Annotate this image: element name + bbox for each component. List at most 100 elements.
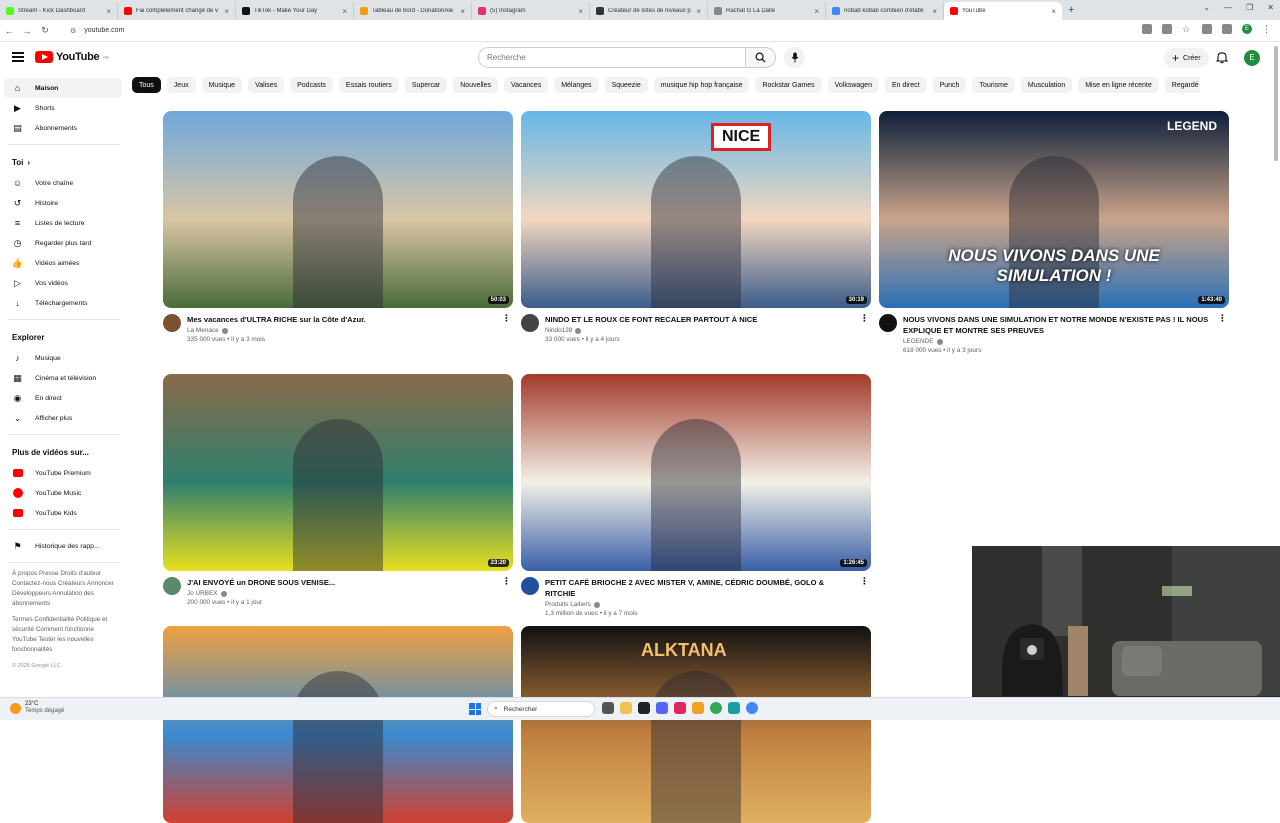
notifications-bell-icon[interactable] [1216,51,1228,64]
video-card[interactable]: 50:03 Mes vacances d'ULTRA RICHE sur la C… [163,111,513,343]
browser-tab[interactable]: (5) Instagram × [472,2,590,20]
windows-start-icon[interactable] [469,703,481,715]
discord-icon[interactable] [656,702,668,714]
sidebar-section-heading[interactable]: Toi › [4,151,122,173]
filter-chip[interactable]: Punch [932,77,967,93]
browser-tab[interactable]: Créateur de listes de niveaux p × [590,2,708,20]
sidebar-item[interactable]: ⌄ Afficher plus [4,408,122,428]
video-title[interactable]: J'AI ENVOYÉ un DRONE SOUS VENISE... [187,577,497,588]
chrome-active-icon[interactable] [746,702,758,714]
filter-chip[interactable]: Mise en ligne récente [1078,77,1159,93]
app-icon-teal[interactable] [728,702,740,714]
sidebar-item[interactable]: ▷ Vos vidéos [4,273,122,293]
create-button[interactable]: + Créer [1164,48,1209,68]
filter-chip[interactable]: Nouvelles [453,77,498,93]
filter-chip[interactable]: Valises [248,77,285,93]
channel-avatar[interactable] [163,577,181,595]
tab-close-icon[interactable]: × [1051,7,1056,16]
extensions-icon[interactable] [1202,24,1212,34]
sidebar-item[interactable]: ↺ Histoire [4,193,122,213]
sidebar-item[interactable]: ⚑ Historique des rapp... [4,536,122,556]
sidebar-item[interactable]: ☺ Votre chaîne [4,173,122,193]
video-card[interactable]: ALKTANA [521,626,871,823]
channel-name[interactable]: Jo URBEX [187,590,218,597]
sidebar-item[interactable]: ≡ Listes de lecture [4,213,122,233]
filter-chip[interactable]: Musculation [1020,77,1073,93]
sidebar-item[interactable]: ▶ Shorts [4,98,122,118]
filter-chip[interactable]: Mélanges [554,77,599,93]
footer-link[interactable]: Annoncer [87,580,114,587]
filter-chip[interactable]: Jeux [166,77,196,93]
tab-search-icon[interactable]: ⌄ [1203,3,1210,12]
sidebar-item[interactable]: ▦ Cinéma et télévision [4,368,122,388]
footer-link[interactable]: Développeurs [12,590,51,597]
search-button[interactable] [746,47,776,68]
video-card[interactable]: 23:20 J'AI ENVOYÉ un DRONE SOUS VENISE...… [163,374,513,606]
filter-chip[interactable]: Podcasts [290,77,333,93]
more-actions-icon[interactable]: ⋮ [1218,314,1227,323]
video-card[interactable]: NOUS VIVONS DANS UNE SIMULATION ! LEGEND 1… [879,111,1229,354]
tab-close-icon[interactable]: × [106,7,111,16]
sidebar-item[interactable]: 👍 Vidéos aimées [4,253,122,273]
forward-button[interactable]: → [18,26,36,36]
filter-chip[interactable]: Supercar [404,77,448,93]
video-title[interactable]: PETIT CAFÉ BRIOCHE 2 AVEC MISTER V, AMIN… [545,577,855,599]
channel-name[interactable]: Produits Laitiers [545,601,591,608]
tab-close-icon[interactable]: × [814,7,819,16]
video-title[interactable]: Mes vacances d'ULTRA RICHE sur la Côte d… [187,314,497,325]
sidebar-item[interactable]: YouTube Premium [4,463,122,483]
sidebar-item[interactable]: ⌂ Maison [4,78,122,98]
browser-tab[interactable]: Rachat G La Dalle × [708,2,826,20]
tab-close-icon[interactable]: × [460,7,465,16]
filter-chip[interactable]: Squeezie [604,77,648,93]
video-card[interactable]: 1:26:45 PETIT CAFÉ BRIOCHE 2 AVEC MISTER … [521,374,871,617]
video-thumbnail[interactable] [163,626,513,823]
filter-chip[interactable]: En direct [884,77,927,93]
url-field[interactable]: ⚙ youtube.com [62,23,1102,39]
translate-icon[interactable] [1142,24,1152,34]
channel-avatar[interactable] [163,314,181,332]
sidebar-item[interactable]: ↓ Téléchargements [4,293,122,313]
tab-close-icon[interactable]: × [224,7,229,16]
site-info-icon[interactable]: ⚙ [70,27,76,35]
footer-link[interactable]: Presse [39,570,59,577]
sidebar-item[interactable]: ◷ Regarder plus tard [4,233,122,253]
chrome-icon[interactable] [710,702,722,714]
sidebar-item[interactable]: ♪ Musique [4,348,122,368]
browser-tab[interactable]: TikTok - Make Your Day × [236,2,354,20]
tab-close-icon[interactable]: × [932,7,937,16]
sidebar-item[interactable]: ◉ En direct [4,388,122,408]
footer-link[interactable]: Contactez-nous [12,580,56,587]
browser-tab[interactable]: Fai complètement changé de v × [118,2,236,20]
tab-close-icon[interactable]: × [696,7,701,16]
new-tab-button[interactable]: + [1068,4,1074,16]
video-thumbnail[interactable]: 23:20 [163,374,513,571]
close-window-button[interactable]: ✕ [1267,3,1274,12]
voice-search-button[interactable] [784,47,805,68]
video-card[interactable] [163,626,513,823]
back-button[interactable]: ← [0,26,18,36]
channel-avatar[interactable] [521,577,539,595]
filter-chip[interactable]: Musique [201,77,243,93]
video-card[interactable]: NICE 30:19 NINDO ET LE ROUX CE FONT RECALE… [521,111,871,343]
weather-widget[interactable]: 23°C Temps dégagé [10,701,64,715]
sidebar-item[interactable]: ▤ Abonnements [4,118,122,138]
app-icon-pink[interactable] [674,702,686,714]
minimize-button[interactable]: — [1224,3,1232,12]
more-actions-icon[interactable]: ⋮ [860,577,869,586]
footer-link[interactable]: Créateurs [58,580,86,587]
tab-close-icon[interactable]: × [342,7,347,16]
profile-avatar[interactable]: E [1242,24,1252,34]
reload-button[interactable]: ↻ [36,25,54,36]
footer-link[interactable]: Droits d'auteur [60,570,101,577]
browser-tab[interactable]: Stream - Kick Dashboard × [0,2,118,20]
filter-chip[interactable]: musique hip hop française [653,77,750,93]
cast-icon[interactable] [1162,24,1172,34]
channel-name[interactable]: La Menace [187,327,219,334]
more-actions-icon[interactable]: ⋮ [502,577,511,586]
video-title[interactable]: NINDO ET LE ROUX CE FONT RECALER PARTOUT… [545,314,855,325]
filter-chip[interactable]: Tous [132,77,161,93]
footer-link[interactable]: À propos [12,570,37,577]
search-input[interactable]: Recherche [478,47,746,68]
more-actions-icon[interactable]: ⋮ [860,314,869,323]
